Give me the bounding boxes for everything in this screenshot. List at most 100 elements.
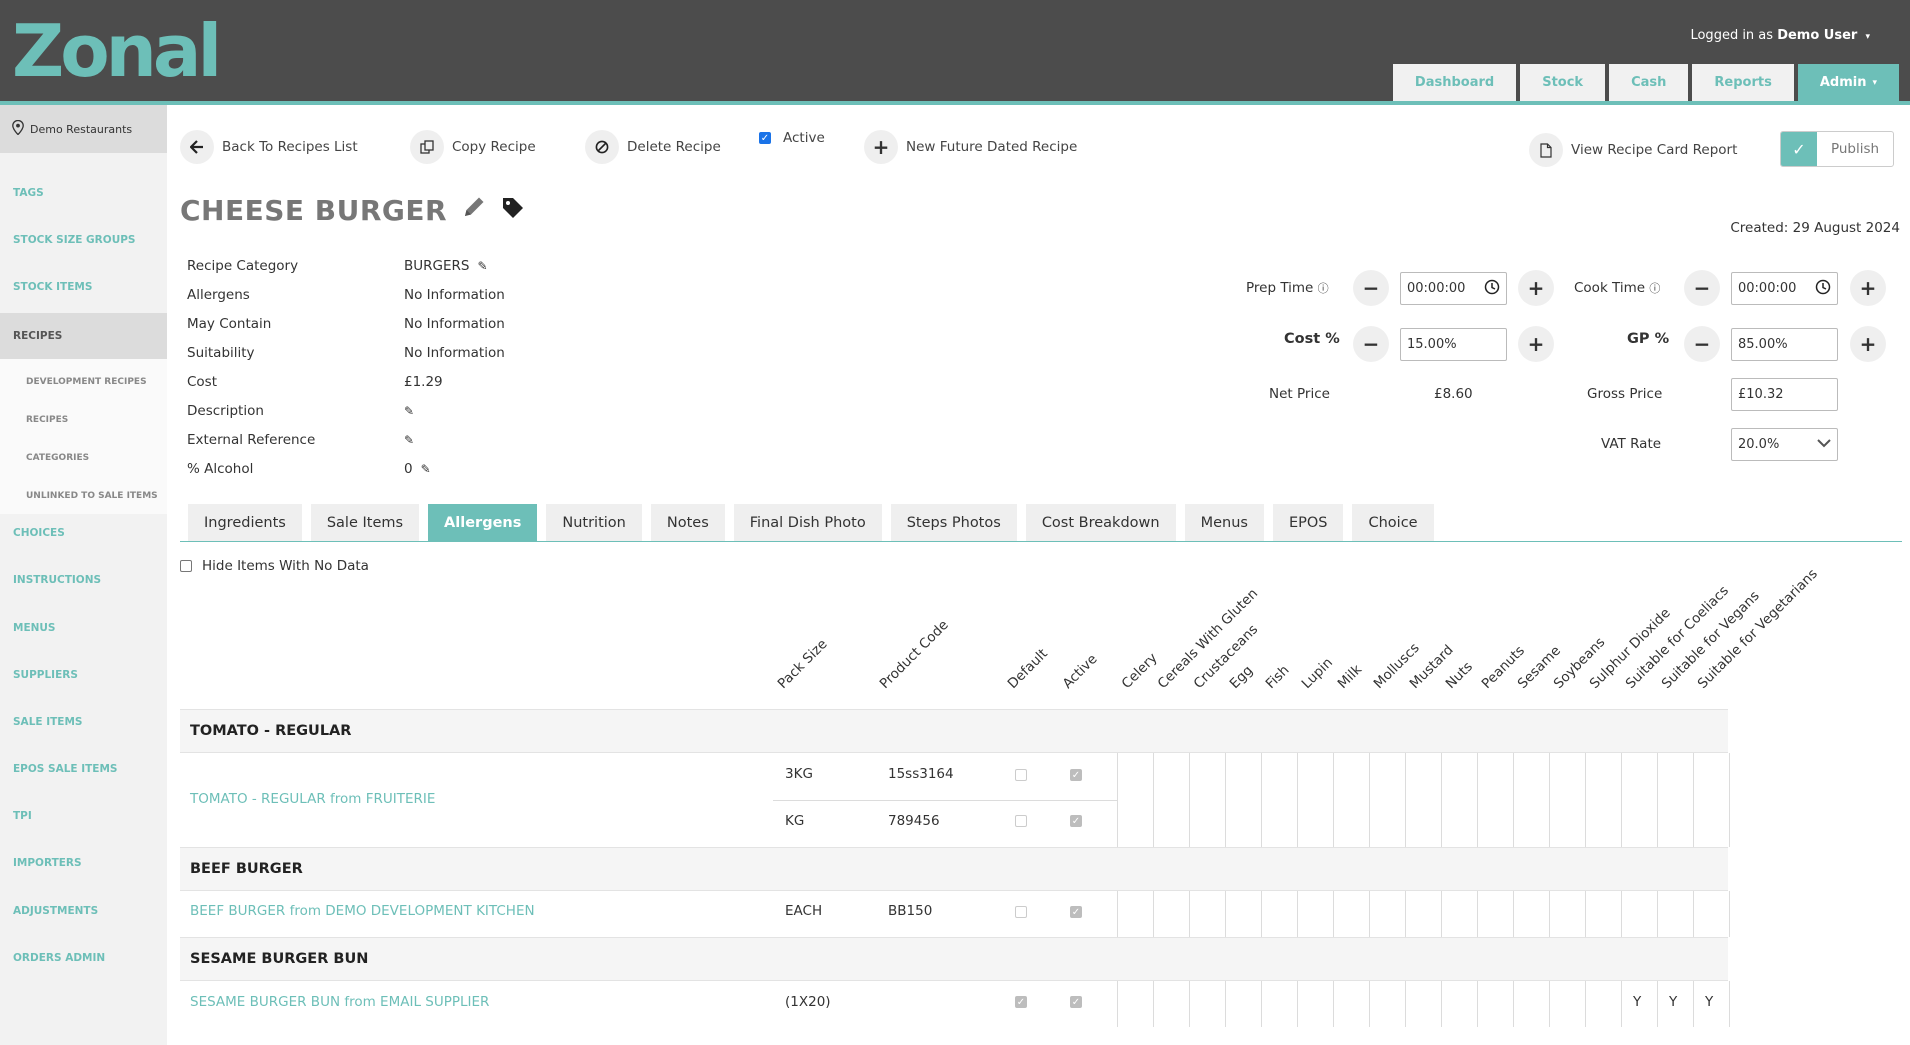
- field-value: No Information: [404, 345, 505, 361]
- default-checkbox[interactable]: [1015, 769, 1027, 781]
- sidebar-item-choices[interactable]: CHOICES: [0, 510, 167, 556]
- default-checkbox[interactable]: [1015, 815, 1027, 827]
- tab-ingredients[interactable]: Ingredients: [188, 504, 302, 541]
- sidebar-sub-unlinked[interactable]: UNLINKED TO SALE ITEMS: [0, 481, 167, 511]
- info-icon[interactable]: ⓘ: [1318, 282, 1329, 295]
- sidebar-sub-categories[interactable]: CATEGORIES: [0, 443, 167, 473]
- delete-label: Delete Recipe: [627, 139, 721, 155]
- tab-choice[interactable]: Choice: [1352, 504, 1434, 541]
- prep-time-label: Prep Time ⓘ: [1246, 280, 1329, 296]
- info-icon[interactable]: ⓘ: [1649, 282, 1660, 295]
- tab-allergens[interactable]: Allergens: [428, 504, 538, 541]
- tab-sale-items[interactable]: Sale Items: [310, 504, 420, 541]
- col-allergen: Nuts: [1442, 658, 1476, 692]
- pencil-icon[interactable]: [461, 194, 487, 227]
- tag-icon[interactable]: [501, 194, 525, 227]
- tab-epos[interactable]: EPOS: [1272, 504, 1344, 541]
- grid-line: [1189, 981, 1190, 1027]
- sidebar-item-tpi[interactable]: TPI: [0, 793, 167, 839]
- logged-in-user[interactable]: Logged in as Demo User ▾: [1690, 28, 1870, 43]
- nav-admin[interactable]: Admin ▾: [1797, 64, 1899, 101]
- net-price-label: Net Price: [1269, 386, 1330, 402]
- active-checkbox[interactable]: ✓: [1070, 815, 1082, 827]
- tab-notes[interactable]: Notes: [650, 504, 725, 541]
- active-checkbox[interactable]: ✓: [1070, 996, 1082, 1008]
- nav-stock[interactable]: Stock: [1520, 64, 1606, 101]
- sidebar-item-recipes[interactable]: RECIPES: [0, 313, 167, 359]
- tab-cost-breakdown[interactable]: Cost Breakdown: [1025, 504, 1176, 541]
- prep-time-input[interactable]: 00:00:00: [1400, 272, 1507, 305]
- tab-menus[interactable]: Menus: [1184, 504, 1264, 541]
- default-checkbox[interactable]: ✓: [1015, 996, 1027, 1008]
- cost-pct-minus-button[interactable]: −: [1353, 326, 1389, 362]
- sidebar-item-suppliers[interactable]: SUPPLIERS: [0, 652, 167, 698]
- col-pack-size: Pack Size: [774, 636, 831, 692]
- row-divider: [773, 800, 1117, 801]
- active-checkbox[interactable]: ✓: [759, 132, 771, 144]
- location-selector[interactable]: Demo Restaurants: [0, 105, 167, 153]
- gp-pct-plus-button[interactable]: +: [1850, 326, 1886, 362]
- user-name: Demo User: [1777, 28, 1858, 43]
- new-future-recipe-button[interactable]: + New Future Dated Recipe: [864, 130, 1077, 164]
- delete-recipe-button[interactable]: Delete Recipe: [585, 130, 721, 164]
- hide-no-data-checkbox[interactable]: [180, 560, 192, 572]
- hide-no-data-toggle[interactable]: Hide Items With No Data: [180, 558, 369, 574]
- prep-time-plus-button[interactable]: +: [1518, 270, 1554, 306]
- grid-line: [1117, 753, 1118, 847]
- tab-nutrition[interactable]: Nutrition: [546, 504, 642, 541]
- view-recipe-card-button[interactable]: View Recipe Card Report: [1529, 133, 1737, 167]
- cook-time-input[interactable]: 00:00:00: [1731, 272, 1838, 305]
- group-header: SESAME BURGER BUN: [180, 937, 1728, 981]
- sidebar-item-instructions[interactable]: INSTRUCTIONS: [0, 557, 167, 603]
- nav-dashboard[interactable]: Dashboard: [1392, 64, 1517, 101]
- sidebar-sub-recipes[interactable]: RECIPES: [0, 405, 167, 435]
- gross-price-input[interactable]: £10.32: [1731, 378, 1838, 411]
- sidebar-item-adjustments[interactable]: ADJUSTMENTS: [0, 888, 167, 934]
- default-checkbox[interactable]: [1015, 906, 1027, 918]
- cook-time-plus-button[interactable]: +: [1850, 270, 1886, 306]
- sidebar-item-stock-items[interactable]: STOCK ITEMS: [0, 264, 167, 310]
- pencil-icon[interactable]: ✎: [477, 259, 487, 273]
- gp-pct-minus-button[interactable]: −: [1684, 326, 1720, 362]
- top-header: Zonal Logged in as Demo User ▾ Dashboard…: [0, 0, 1910, 105]
- cost-pct-input[interactable]: 15.00%: [1400, 328, 1507, 361]
- sidebar-item-epos-sale-items[interactable]: EPOS SALE ITEMS: [0, 746, 167, 792]
- col-allergen: Milk: [1334, 661, 1366, 692]
- sidebar-item-sale-items[interactable]: SALE ITEMS: [0, 699, 167, 745]
- sidebar-item-stock-size-groups[interactable]: STOCK SIZE GROUPS: [0, 217, 167, 263]
- pencil-icon[interactable]: ✎: [421, 462, 431, 476]
- pack-size-cell: (1X20): [785, 994, 831, 1010]
- ingredient-link[interactable]: TOMATO - REGULAR from FRUITERIE: [190, 791, 435, 807]
- field-label: May Contain: [187, 316, 272, 332]
- document-icon: [1529, 133, 1563, 167]
- grid-line: [1117, 891, 1118, 937]
- sidebar-item-menus[interactable]: MENUS: [0, 605, 167, 651]
- sidebar-item-tags[interactable]: TAGS: [0, 170, 167, 216]
- cost-pct-plus-button[interactable]: +: [1518, 326, 1554, 362]
- tab-steps-photos[interactable]: Steps Photos: [890, 504, 1017, 541]
- copy-recipe-button[interactable]: Copy Recipe: [410, 130, 536, 164]
- zonal-logo[interactable]: Zonal: [12, 9, 222, 93]
- nav-reports[interactable]: Reports: [1692, 64, 1794, 101]
- prep-time-minus-button[interactable]: −: [1353, 270, 1389, 306]
- active-checkbox[interactable]: ✓: [1070, 769, 1082, 781]
- tab-final-dish-photo[interactable]: Final Dish Photo: [733, 504, 882, 541]
- pencil-icon[interactable]: ✎: [404, 404, 414, 418]
- grid-line: [1693, 891, 1694, 937]
- sidebar-item-importers[interactable]: IMPORTERS: [0, 840, 167, 886]
- nav-cash[interactable]: Cash: [1609, 64, 1689, 101]
- grid-line: [1333, 891, 1334, 937]
- back-to-recipes-button[interactable]: Back To Recipes List: [180, 130, 358, 164]
- publish-button[interactable]: ✓ Publish: [1780, 131, 1894, 167]
- pencil-icon[interactable]: ✎: [404, 433, 414, 447]
- gp-pct-input[interactable]: 85.00%: [1731, 328, 1838, 361]
- cook-time-minus-button[interactable]: −: [1684, 270, 1720, 306]
- sidebar-sub-development-recipes[interactable]: DEVELOPMENT RECIPES: [0, 367, 167, 397]
- ingredient-link[interactable]: SESAME BURGER BUN from EMAIL SUPPLIER: [190, 994, 489, 1010]
- active-checkbox[interactable]: ✓: [1070, 906, 1082, 918]
- active-toggle[interactable]: ✓ Active: [759, 130, 825, 146]
- sidebar-item-orders-admin[interactable]: ORDERS ADMIN: [0, 935, 167, 981]
- vat-rate-value: 20.0%: [1738, 437, 1780, 452]
- vat-rate-select[interactable]: 20.0%: [1731, 428, 1838, 461]
- ingredient-link[interactable]: BEEF BURGER from DEMO DEVELOPMENT KITCHE…: [190, 903, 535, 919]
